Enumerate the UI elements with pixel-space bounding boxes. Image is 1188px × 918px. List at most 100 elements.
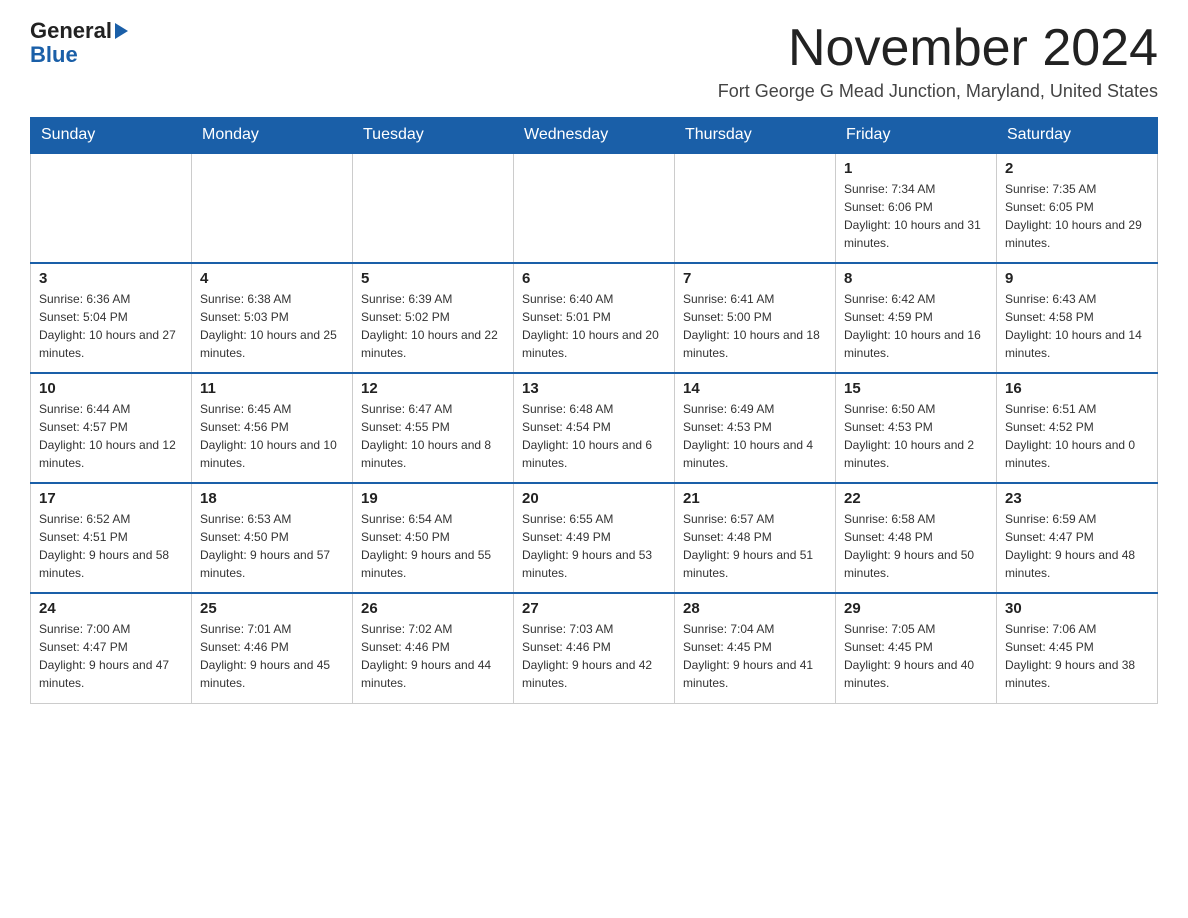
cell-day-number: 19 [361, 490, 505, 507]
cell-sun-info: Sunrise: 6:40 AMSunset: 5:01 PMDaylight:… [522, 290, 666, 362]
calendar-cell: 12 Sunrise: 6:47 AMSunset: 4:55 PMDayligh… [353, 373, 514, 483]
calendar-cell: 21 Sunrise: 6:57 AMSunset: 4:48 PMDayligh… [675, 483, 836, 593]
cell-day-number: 3 [39, 270, 183, 287]
week-row-4: 17 Sunrise: 6:52 AMSunset: 4:51 PMDayligh… [31, 483, 1158, 593]
cell-day-number: 6 [522, 270, 666, 287]
cell-sun-info: Sunrise: 7:05 AMSunset: 4:45 PMDaylight:… [844, 620, 988, 692]
cell-day-number: 7 [683, 270, 827, 287]
cell-sun-info: Sunrise: 6:48 AMSunset: 4:54 PMDaylight:… [522, 400, 666, 472]
cell-day-number: 5 [361, 270, 505, 287]
cell-day-number: 21 [683, 490, 827, 507]
cell-day-number: 16 [1005, 380, 1149, 397]
cell-sun-info: Sunrise: 6:47 AMSunset: 4:55 PMDaylight:… [361, 400, 505, 472]
cell-day-number: 18 [200, 490, 344, 507]
cell-sun-info: Sunrise: 6:53 AMSunset: 4:50 PMDaylight:… [200, 510, 344, 582]
calendar-cell: 20Sunrise: 6:55 AMSunset: 4:49 PMDayligh… [514, 483, 675, 593]
cell-day-number: 25 [200, 600, 344, 617]
cell-day-number: 15 [844, 380, 988, 397]
cell-sun-info: Sunrise: 7:04 AMSunset: 4:45 PMDaylight:… [683, 620, 827, 692]
cell-sun-info: Sunrise: 6:44 AMSunset: 4:57 PMDaylight:… [39, 400, 183, 472]
weekday-header-thursday: Thursday [675, 118, 836, 154]
cell-sun-info: Sunrise: 7:03 AMSunset: 4:46 PMDaylight:… [522, 620, 666, 692]
calendar-cell: 24 Sunrise: 7:00 AMSunset: 4:47 PMDayligh… [31, 593, 192, 703]
cell-sun-info: Sunrise: 6:51 AMSunset: 4:52 PMDaylight:… [1005, 400, 1149, 472]
cell-sun-info: Sunrise: 6:43 AMSunset: 4:58 PMDaylight:… [1005, 290, 1149, 362]
cell-sun-info: Sunrise: 6:58 AMSunset: 4:48 PMDaylight:… [844, 510, 988, 582]
cell-sun-info: Sunrise: 7:01 AMSunset: 4:46 PMDaylight:… [200, 620, 344, 692]
calendar-cell: 18 Sunrise: 6:53 AMSunset: 4:50 PMDayligh… [192, 483, 353, 593]
calendar-cell: 2Sunrise: 7:35 AMSunset: 6:05 PMDaylight… [997, 153, 1158, 263]
calendar-cell: 9Sunrise: 6:43 AMSunset: 4:58 PMDaylight… [997, 263, 1158, 373]
calendar-cell: 27 Sunrise: 7:03 AMSunset: 4:46 PMDayligh… [514, 593, 675, 703]
cell-day-number: 23 [1005, 490, 1149, 507]
calendar-cell [353, 153, 514, 263]
cell-day-number: 11 [200, 380, 344, 397]
month-title: November 2024 [718, 20, 1158, 77]
cell-day-number: 27 [522, 600, 666, 617]
cell-sun-info: Sunrise: 6:50 AMSunset: 4:53 PMDaylight:… [844, 400, 988, 472]
cell-day-number: 20 [522, 490, 666, 507]
cell-day-number: 24 [39, 600, 183, 617]
cell-day-number: 4 [200, 270, 344, 287]
calendar-cell: 25 Sunrise: 7:01 AMSunset: 4:46 PMDayligh… [192, 593, 353, 703]
calendar-cell: 8 Sunrise: 6:42 AMSunset: 4:59 PMDaylight… [836, 263, 997, 373]
cell-sun-info: Sunrise: 6:52 AMSunset: 4:51 PMDaylight:… [39, 510, 183, 582]
cell-day-number: 14 [683, 380, 827, 397]
cell-day-number: 30 [1005, 600, 1149, 617]
weekday-header-row: SundayMondayTuesdayWednesdayThursdayFrid… [31, 118, 1158, 154]
calendar-cell [514, 153, 675, 263]
calendar-cell [31, 153, 192, 263]
cell-sun-info: Sunrise: 6:59 AMSunset: 4:47 PMDaylight:… [1005, 510, 1149, 582]
calendar-cell: 22 Sunrise: 6:58 AMSunset: 4:48 PMDayligh… [836, 483, 997, 593]
cell-sun-info: Sunrise: 6:49 AMSunset: 4:53 PMDaylight:… [683, 400, 827, 472]
weekday-header-sunday: Sunday [31, 118, 192, 154]
calendar-cell: 1Sunrise: 7:34 AMSunset: 6:06 PMDaylight… [836, 153, 997, 263]
cell-sun-info: Sunrise: 6:54 AMSunset: 4:50 PMDaylight:… [361, 510, 505, 582]
cell-sun-info: Sunrise: 7:00 AMSunset: 4:47 PMDaylight:… [39, 620, 183, 692]
cell-day-number: 8 [844, 270, 988, 287]
week-row-1: 1Sunrise: 7:34 AMSunset: 6:06 PMDaylight… [31, 153, 1158, 263]
cell-day-number: 12 [361, 380, 505, 397]
calendar-cell: 7 Sunrise: 6:41 AMSunset: 5:00 PMDaylight… [675, 263, 836, 373]
week-row-5: 24 Sunrise: 7:00 AMSunset: 4:47 PMDayligh… [31, 593, 1158, 703]
cell-sun-info: Sunrise: 6:38 AMSunset: 5:03 PMDaylight:… [200, 290, 344, 362]
calendar-cell: 19 Sunrise: 6:54 AMSunset: 4:50 PMDayligh… [353, 483, 514, 593]
calendar-cell [675, 153, 836, 263]
location-subtitle: Fort George G Mead Junction, Maryland, U… [718, 81, 1158, 102]
calendar-cell: 16 Sunrise: 6:51 AMSunset: 4:52 PMDayligh… [997, 373, 1158, 483]
calendar-cell [192, 153, 353, 263]
calendar-cell: 3Sunrise: 6:36 AMSunset: 5:04 PMDaylight… [31, 263, 192, 373]
logo-blue-text: Blue [30, 42, 78, 68]
weekday-header-friday: Friday [836, 118, 997, 154]
calendar-cell: 11 Sunrise: 6:45 AMSunset: 4:56 PMDayligh… [192, 373, 353, 483]
calendar-cell: 15 Sunrise: 6:50 AMSunset: 4:53 PMDayligh… [836, 373, 997, 483]
cell-day-number: 13 [522, 380, 666, 397]
cell-sun-info: Sunrise: 6:57 AMSunset: 4:48 PMDaylight:… [683, 510, 827, 582]
calendar-cell: 29 Sunrise: 7:05 AMSunset: 4:45 PMDayligh… [836, 593, 997, 703]
cell-day-number: 10 [39, 380, 183, 397]
cell-sun-info: Sunrise: 6:41 AMSunset: 5:00 PMDaylight:… [683, 290, 827, 362]
cell-sun-info: Sunrise: 6:45 AMSunset: 4:56 PMDaylight:… [200, 400, 344, 472]
week-row-2: 3Sunrise: 6:36 AMSunset: 5:04 PMDaylight… [31, 263, 1158, 373]
cell-day-number: 2 [1005, 160, 1149, 177]
logo: General Blue [30, 20, 128, 68]
calendar-cell: 26Sunrise: 7:02 AMSunset: 4:46 PMDayligh… [353, 593, 514, 703]
calendar-cell: 5 Sunrise: 6:39 AMSunset: 5:02 PMDaylight… [353, 263, 514, 373]
cell-day-number: 29 [844, 600, 988, 617]
calendar-cell: 6 Sunrise: 6:40 AMSunset: 5:01 PMDaylight… [514, 263, 675, 373]
cell-sun-info: Sunrise: 6:39 AMSunset: 5:02 PMDaylight:… [361, 290, 505, 362]
weekday-header-saturday: Saturday [997, 118, 1158, 154]
weekday-header-monday: Monday [192, 118, 353, 154]
calendar-cell: 14 Sunrise: 6:49 AMSunset: 4:53 PMDayligh… [675, 373, 836, 483]
cell-day-number: 28 [683, 600, 827, 617]
page-header: General Blue November 2024 Fort George G… [30, 20, 1158, 102]
calendar-cell: 4 Sunrise: 6:38 AMSunset: 5:03 PMDaylight… [192, 263, 353, 373]
title-area: November 2024 Fort George G Mead Junctio… [718, 20, 1158, 102]
calendar-cell: 13 Sunrise: 6:48 AMSunset: 4:54 PMDayligh… [514, 373, 675, 483]
cell-sun-info: Sunrise: 7:06 AMSunset: 4:45 PMDaylight:… [1005, 620, 1149, 692]
cell-day-number: 22 [844, 490, 988, 507]
weekday-header-wednesday: Wednesday [514, 118, 675, 154]
cell-sun-info: Sunrise: 6:42 AMSunset: 4:59 PMDaylight:… [844, 290, 988, 362]
cell-day-number: 26 [361, 600, 505, 617]
cell-day-number: 17 [39, 490, 183, 507]
